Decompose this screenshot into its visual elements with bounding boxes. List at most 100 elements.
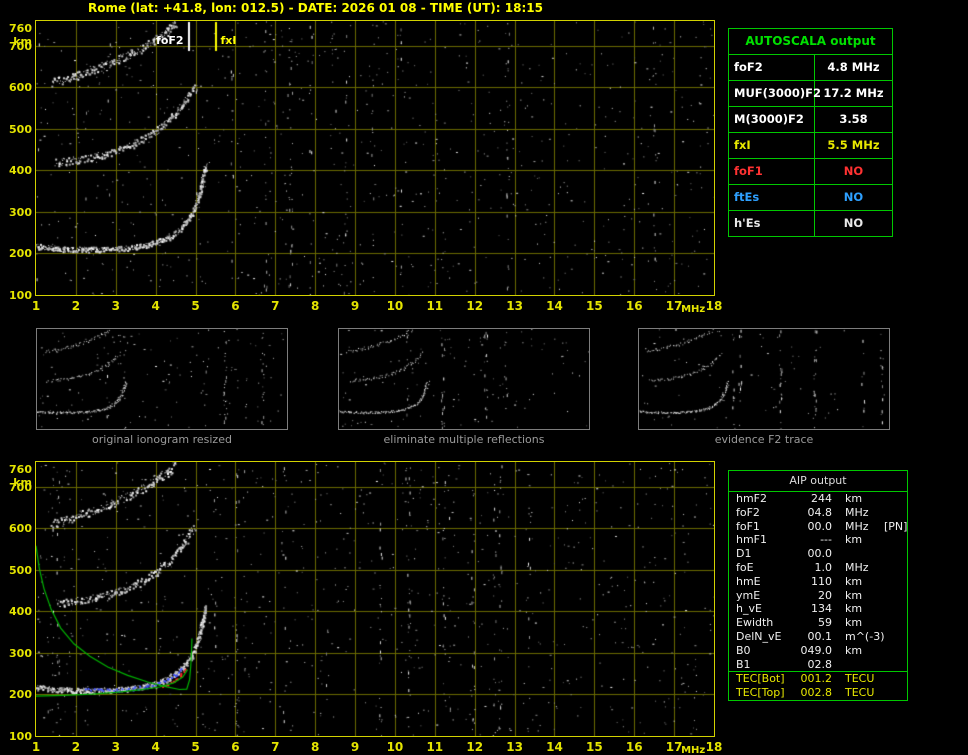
aip-row-unit: m^(-3) [845, 629, 885, 643]
aip-row-label: D1 [736, 547, 752, 561]
y-tick-label: 500 [9, 563, 32, 577]
aip-row-value: 001.2 [800, 672, 833, 686]
aip-row-unit [832, 658, 884, 672]
aip-row-B0: B0 049.0 km [729, 644, 907, 658]
aip-row-value: 002.8 [800, 686, 833, 700]
aip-row-label: h_vE [736, 602, 762, 616]
x-tick-label: 12 [466, 299, 484, 313]
x-tick-label: 14 [546, 740, 563, 754]
y-axis-unit: km [13, 476, 32, 489]
aip-row-extra [884, 561, 907, 575]
autoscala-row-label: h'Es [729, 211, 815, 236]
autoscala-row-value: NO [843, 190, 864, 204]
x-tick-label: 6 [231, 740, 240, 754]
aip-row-extra [884, 686, 907, 700]
fxI-marker-label: fxI [220, 34, 237, 47]
y-tick-label: 760 [9, 463, 32, 476]
autoscala-window: Rome (lat: +41.8, lon: 012.5) - DATE: 20… [0, 0, 968, 755]
y-tick-label: 400 [9, 605, 32, 619]
aip-row-label: hmE [736, 574, 761, 588]
autoscala-row-label: foF2 [729, 55, 815, 80]
y-axis-unit: km [13, 35, 32, 48]
x-tick-label: 3 [111, 299, 120, 313]
aip-row-value: 20 [818, 588, 832, 602]
x-tick-label: 8 [310, 740, 320, 754]
aip-row-unit: km [845, 602, 863, 616]
x-tick-label: 13 [506, 299, 523, 313]
x-tick-label: 1 [31, 299, 41, 313]
aip-row-hmE: hmE 110 km [729, 575, 907, 589]
x-tick-label: 16 [625, 740, 643, 754]
aip-row-label: Ewidth [736, 616, 774, 630]
aip-row-label: hmF2 [736, 492, 768, 505]
aip-output-table: AIP output hmF2 244 km foF2 04.8 MHz foF1 00.0 M… [728, 470, 908, 701]
x-tick-label: 10 [386, 740, 404, 754]
bottom-ionogram-canvas [35, 461, 715, 737]
aip-row-unit: TECU [845, 672, 875, 686]
aip-row-D1: D1 00.0 [729, 547, 907, 561]
aip-row-unit: MHz [845, 505, 869, 519]
aip-row-label: DelN_vE [736, 629, 782, 643]
x-tick-label: 9 [350, 740, 360, 754]
aip-row-label: foF1 [736, 519, 760, 533]
y-tick-label: 500 [9, 122, 32, 136]
aip-row-unit: MHz [845, 519, 869, 533]
y-tick-label: 760 [9, 22, 32, 35]
x-axis-unit: MHz [681, 745, 706, 755]
x-tick-label: 11 [426, 299, 444, 313]
autoscala-row-value: NO [843, 216, 864, 230]
aip-row-TEC[Bot]: TEC[Bot] 001.2 TECU [729, 671, 907, 686]
aip-row-unit: km [845, 574, 863, 588]
aip-row-foF2: foF2 04.8 MHz [729, 506, 907, 520]
x-tick-label: 2 [71, 740, 81, 754]
x-tick-label: 16 [625, 299, 643, 313]
page-title: Rome (lat: +41.8, lon: 012.5) - DATE: 20… [88, 1, 543, 15]
aip-row-value: --- [820, 533, 832, 547]
x-tick-label: 8 [310, 299, 320, 313]
x-tick-label: 5 [191, 299, 200, 313]
x-tick-label: 3 [111, 740, 120, 754]
aip-row-extra: [PN] [884, 519, 908, 533]
x-tick-label: 1 [31, 740, 41, 754]
autoscala-row-label: MUF(3000)F2 [729, 81, 821, 106]
foF2-marker-label: foF2 [156, 34, 184, 47]
y-tick-label: 200 [9, 247, 32, 261]
aip-row-B1: B1 02.8 [729, 658, 907, 672]
thumbnail-evidence-f2-trace [638, 328, 890, 430]
aip-row-value: 134 [811, 602, 832, 616]
autoscala-row-label: foF1 [729, 159, 815, 184]
autoscala-row-foF2: foF2 4.8 MHz [729, 55, 892, 81]
aip-row-extra [884, 602, 907, 616]
autoscala-row-label: M(3000)F2 [729, 107, 815, 132]
aip-row-unit: km [845, 492, 863, 505]
autoscala-row-h'Es: h'Es NO [729, 211, 892, 236]
x-tick-label: 2 [71, 299, 81, 313]
x-tick-label: 15 [585, 740, 603, 754]
aip-row-label: foF2 [736, 505, 760, 519]
autoscala-row-value: 5.5 MHz [827, 138, 880, 152]
aip-row-label: TEC[Bot] [736, 672, 785, 686]
aip-row-extra [884, 672, 907, 686]
x-tick-label: 18 [705, 740, 723, 754]
x-tick-label: 4 [151, 299, 160, 313]
aip-row-extra [884, 630, 907, 644]
aip-row-value: 00.1 [807, 629, 833, 643]
aip-row-extra [884, 492, 907, 506]
aip-row-DelN_vE: DelN_vE 00.1 m^(-3) [729, 630, 907, 644]
aip-row-h_vE: h_vE 134 km [729, 602, 907, 616]
thumbnail-caption-eliminate: eliminate multiple reflections [383, 433, 545, 446]
aip-row-foE: foE 1.0 MHz [729, 561, 907, 575]
x-tick-label: 7 [271, 299, 280, 313]
aip-row-label: ymE [736, 588, 761, 602]
top-ionogram-canvas [35, 20, 715, 296]
autoscala-row-fxI: fxI 5.5 MHz [729, 133, 892, 159]
x-tick-label: 14 [546, 299, 563, 313]
x-tick-label: 4 [151, 740, 160, 754]
aip-row-unit: km [845, 616, 863, 630]
thumbnail-eliminate-reflections [338, 328, 590, 430]
aip-row-value: 00.0 [807, 519, 833, 533]
aip-row-Ewidth: Ewidth 59 km [729, 616, 907, 630]
aip-row-extra [884, 575, 907, 589]
aip-row-hmF1: hmF1 --- km [729, 533, 907, 547]
aip-row-label: B1 [736, 657, 751, 671]
